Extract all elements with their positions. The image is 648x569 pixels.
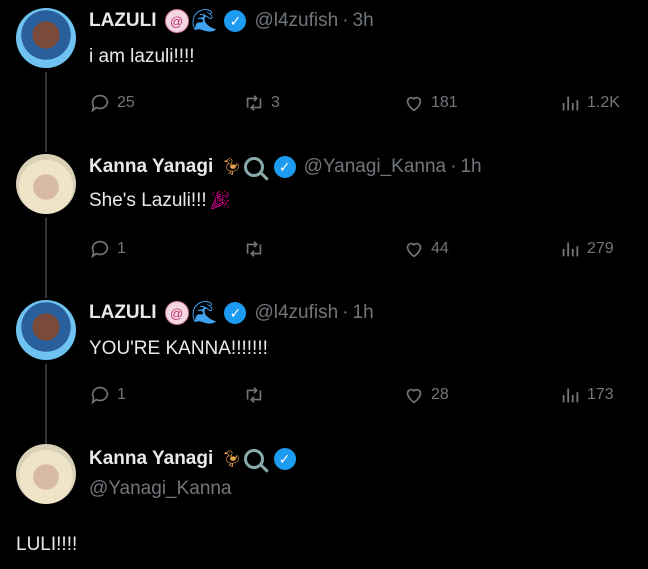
- handle[interactable]: @l4zufish: [254, 302, 338, 324]
- name-emojis: @ 🌊︎: [164, 300, 219, 326]
- like-count: 28: [431, 386, 449, 403]
- views-icon: [562, 242, 579, 257]
- handle[interactable]: @Yanagi_Kanna: [304, 156, 447, 178]
- duck-icon: 🦆︎: [221, 159, 242, 176]
- separator-dot: ·: [342, 302, 349, 323]
- tweet[interactable]: Kanna Yanagi 🦆︎ ✓ @Yanagi_Kanna · 1h She…: [0, 146, 648, 291]
- display-name[interactable]: Kanna Yanagi: [89, 156, 213, 178]
- retweet-count: 3: [271, 94, 280, 111]
- reply-button[interactable]: 1: [89, 238, 126, 260]
- views-icon: [562, 388, 579, 403]
- handle[interactable]: @l4zufish: [254, 10, 338, 32]
- reply-count: 25: [117, 94, 135, 111]
- name-emojis: @ 🌊︎: [164, 8, 219, 34]
- spiral-disc-icon: @: [164, 301, 189, 325]
- tweet-text: She's Lazuli!!! 🎉︎: [89, 190, 232, 212]
- name-emojis: 🦆︎: [221, 449, 264, 469]
- retweet-button[interactable]: 3: [243, 92, 280, 114]
- tweet-text: YOU'RE KANNA!!!!!!!: [89, 338, 268, 359]
- views-count: 173: [587, 386, 614, 403]
- retweet-icon: [246, 241, 262, 257]
- tweet[interactable]: LAZULI @ 🌊︎ ✓ @l4zufish · 1h YOU'RE KANN…: [0, 292, 648, 437]
- timestamp[interactable]: 1h: [460, 156, 481, 178]
- like-count: 181: [431, 94, 458, 111]
- heart-icon: [406, 96, 422, 112]
- tweet-header: Kanna Yanagi 🦆︎ ✓ @Yanagi_Kanna · 1h: [89, 154, 482, 180]
- tweet-header: Kanna Yanagi 🦆︎ ✓: [89, 446, 296, 472]
- action-bar: 1 28 173: [89, 384, 629, 410]
- reply-count: 1: [117, 240, 126, 257]
- avatar[interactable]: [16, 300, 76, 360]
- heart-icon: [406, 242, 422, 258]
- tweet-text: i am lazuli!!!!: [89, 46, 195, 67]
- timestamp[interactable]: 1h: [353, 302, 374, 324]
- reply-button[interactable]: 25: [89, 92, 135, 114]
- verified-badge-icon[interactable]: ✓: [273, 156, 296, 178]
- reply-button[interactable]: 1: [89, 384, 126, 406]
- views-button[interactable]: 173: [559, 384, 614, 406]
- like-button[interactable]: 181: [403, 92, 458, 114]
- action-bar: 1 44 279: [89, 238, 629, 264]
- retweet-button[interactable]: [243, 238, 265, 260]
- spiral-disc-icon: @: [164, 9, 189, 33]
- views-icon: [562, 96, 579, 111]
- separator-dot: ·: [342, 10, 349, 31]
- tweet[interactable]: LAZULI @ 🌊︎ ✓ @l4zufish · 3h i am lazuli…: [0, 0, 648, 145]
- retweet-icon: [246, 387, 262, 403]
- views-button[interactable]: 1.2K: [559, 92, 620, 114]
- name-emojis: 🦆︎: [221, 157, 264, 177]
- like-button[interactable]: 28: [403, 384, 449, 406]
- reply-icon: [91, 94, 109, 113]
- display-name[interactable]: LAZULI: [89, 10, 157, 32]
- tweet-header: LAZULI @ 🌊︎ ✓ @l4zufish · 3h: [89, 8, 374, 34]
- party-popper-icon: 🎉︎: [208, 190, 232, 210]
- views-count: 279: [587, 240, 614, 257]
- views-button[interactable]: 279: [559, 238, 614, 260]
- reply-icon: [91, 386, 109, 405]
- wave-icon: 🌊︎: [190, 300, 219, 325]
- heart-icon: [406, 388, 422, 404]
- magnifier-icon: [243, 449, 264, 469]
- magnifier-icon: [243, 157, 264, 177]
- avatar[interactable]: [16, 8, 76, 68]
- avatar[interactable]: [16, 444, 76, 504]
- timestamp[interactable]: 3h: [353, 10, 374, 32]
- like-button[interactable]: 44: [403, 238, 449, 260]
- tweet-text-content: She's Lazuli!!!: [89, 190, 207, 211]
- action-bar: 25 3 181 1.2K: [89, 92, 629, 118]
- views-count: 1.2K: [587, 94, 620, 111]
- retweet-button[interactable]: [243, 384, 265, 406]
- verified-badge-icon[interactable]: ✓: [224, 10, 247, 32]
- retweet-icon: [246, 95, 262, 111]
- verified-badge-icon[interactable]: ✓: [224, 302, 247, 324]
- wave-icon: 🌊︎: [190, 8, 219, 33]
- avatar[interactable]: [16, 154, 76, 214]
- separator-dot: ·: [450, 156, 457, 177]
- tweet-text: LULI!!!!: [16, 534, 78, 555]
- like-count: 44: [431, 240, 449, 257]
- reply-icon: [91, 240, 109, 259]
- duck-icon: 🦆︎: [221, 451, 242, 468]
- focused-tweet: Kanna Yanagi 🦆︎ ✓ @Yanagi_Kanna LULI!!!!: [0, 438, 648, 569]
- tweet-header: LAZULI @ 🌊︎ ✓ @l4zufish · 1h: [89, 300, 374, 326]
- display-name[interactable]: Kanna Yanagi: [89, 448, 213, 470]
- display-name[interactable]: LAZULI: [89, 302, 157, 324]
- handle[interactable]: @Yanagi_Kanna: [89, 478, 232, 500]
- verified-badge-icon[interactable]: ✓: [273, 448, 296, 470]
- reply-count: 1: [117, 386, 126, 403]
